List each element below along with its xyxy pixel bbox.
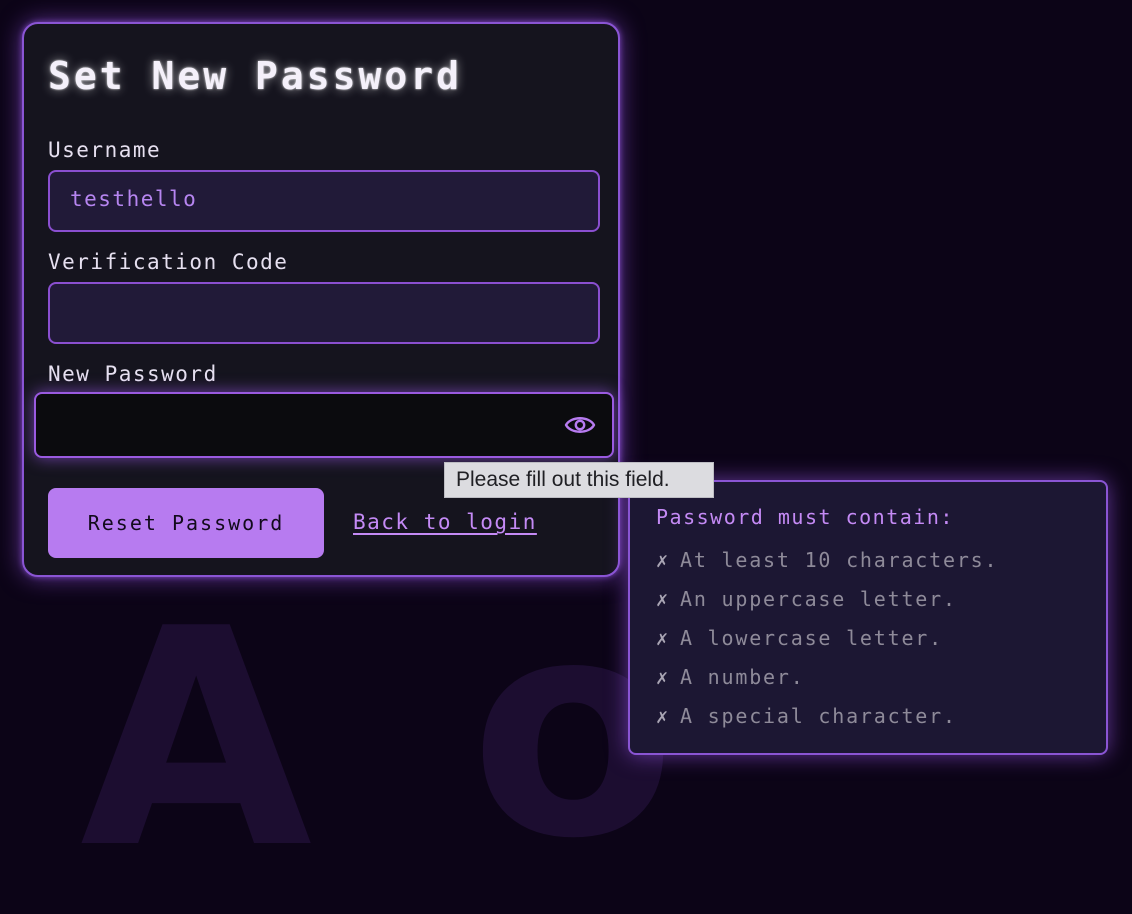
fail-mark-icon: ✗ [656, 548, 670, 572]
requirements-title: Password must contain: [656, 505, 954, 529]
reset-password-button[interactable]: Reset Password [48, 488, 324, 558]
username-field[interactable]: testhello [48, 170, 600, 232]
requirement-item: ✗ A special character. [656, 704, 957, 728]
validation-tooltip: Please fill out this field. [444, 462, 714, 498]
requirement-item: ✗ At least 10 characters. [656, 548, 999, 572]
eye-icon[interactable] [564, 412, 596, 438]
fail-mark-icon: ✗ [656, 665, 670, 689]
username-label: Username [48, 138, 162, 162]
background-letter-a: A [80, 565, 313, 914]
verification-code-label: Verification Code [48, 250, 289, 274]
fail-mark-icon: ✗ [656, 626, 670, 650]
username-value: testhello [70, 187, 198, 211]
requirement-item: ✗ A number. [656, 665, 805, 689]
page-title: Set New Password [48, 54, 463, 98]
new-password-field[interactable] [34, 392, 614, 458]
password-requirements-panel: Password must contain: ✗ At least 10 char… [628, 480, 1108, 755]
fail-mark-icon: ✗ [656, 587, 670, 611]
verification-code-field[interactable] [48, 282, 600, 344]
fail-mark-icon: ✗ [656, 704, 670, 728]
requirement-item: ✗ A lowercase letter. [656, 626, 943, 650]
back-to-login-link[interactable]: Back to login [353, 510, 537, 534]
requirements-list: ✗ At least 10 characters. ✗ An uppercase l… [656, 548, 998, 743]
new-password-label: New Password [48, 362, 218, 386]
requirement-item: ✗ An uppercase letter. [656, 587, 957, 611]
